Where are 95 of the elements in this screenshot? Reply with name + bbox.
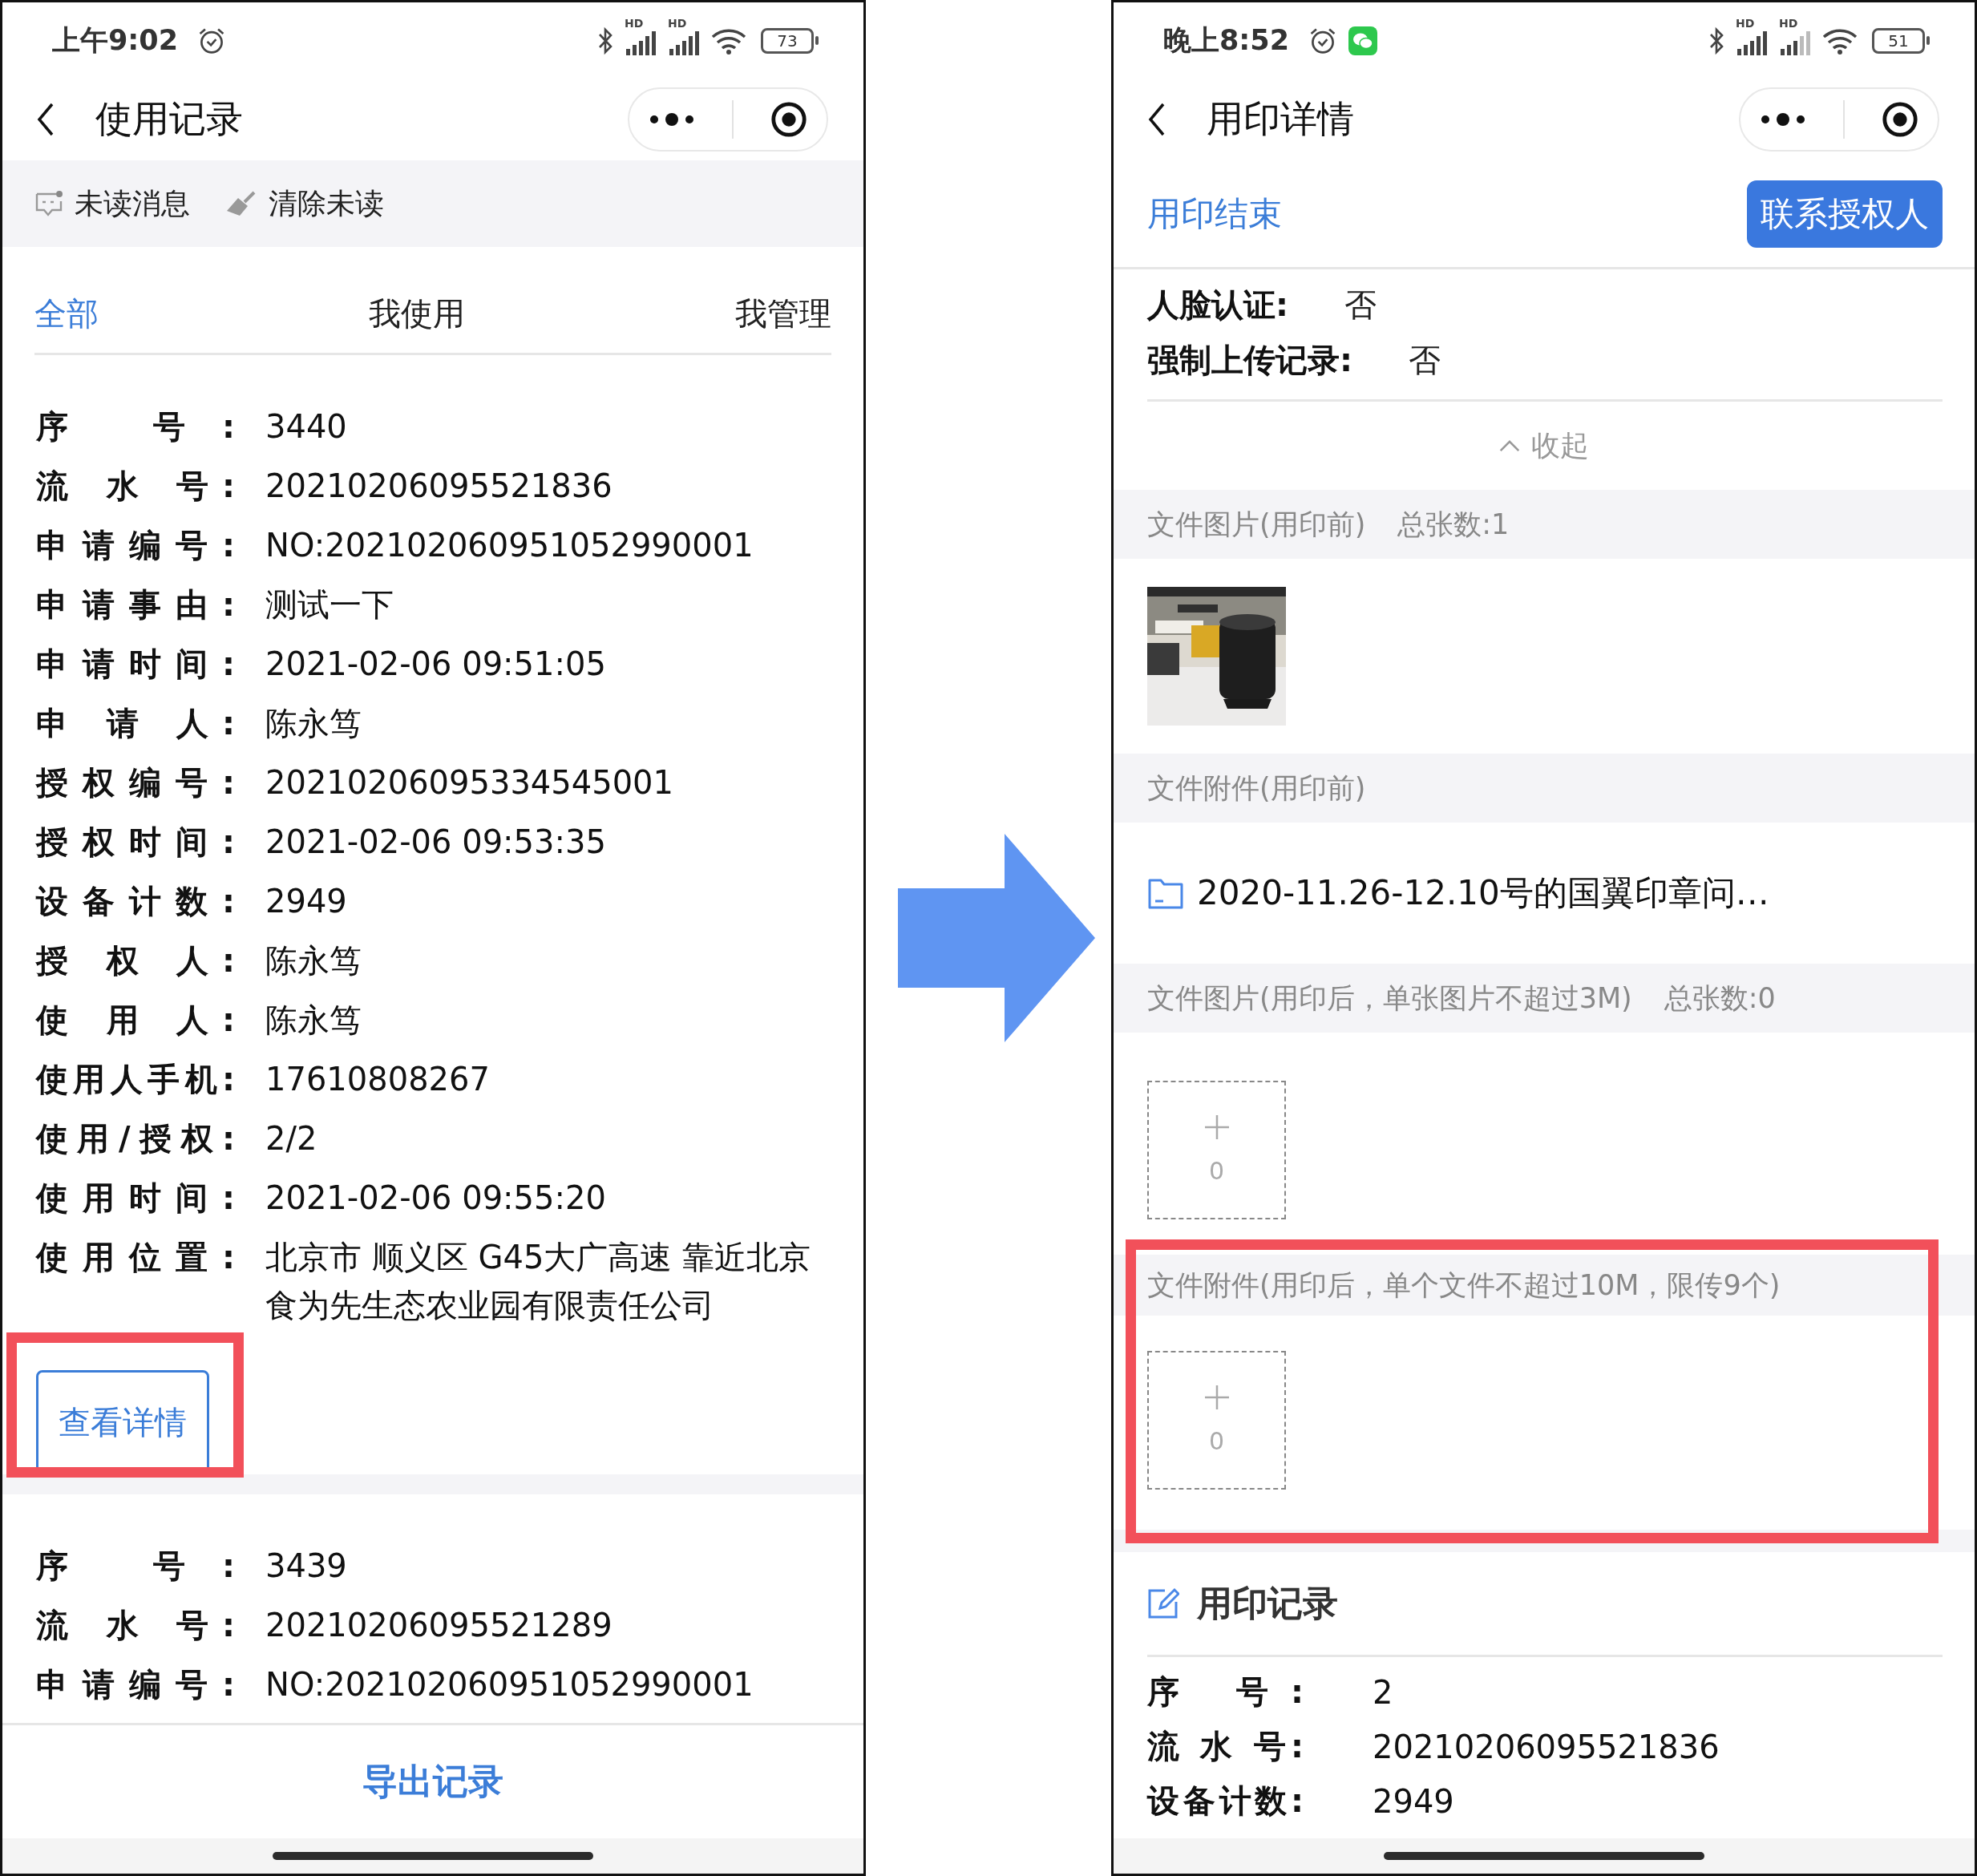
page-title: 用印详情 [1207,96,1354,142]
tab[interactable]: 我管理 [735,291,831,336]
field-value: 17610808267 [265,1060,490,1099]
field-label: 使用/授权: [36,1119,235,1158]
export-button[interactable]: 导出记录 [358,1757,508,1806]
upload-count: 0 [1208,1157,1225,1185]
field-value: NO:202102060951052990001 [265,526,754,565]
bluetooth-icon [1708,26,1724,55]
field-value: 2949 [265,882,347,921]
signal-icon [1779,30,1811,55]
setting-value: 否 [1344,285,1377,325]
chat-app-icon [1348,26,1378,55]
setting-label: 人脸认证: [1147,285,1288,325]
field-value: 测试一下 [265,585,394,625]
field-label: 使用时间: [36,1179,235,1218]
file-name[interactable]: 2020-11.26-12.10号的国翼印章问… [1197,871,1769,916]
plus-icon [1204,1385,1229,1409]
total-count: 总张数:1 [1397,507,1510,542]
field-label: 序 号: [36,407,235,447]
signal-icon [625,30,657,55]
arrow-icon [898,834,1095,1042]
end-stamping-link[interactable]: 用印结束 [1147,191,1282,237]
chevron-up-icon[interactable] [1499,439,1520,452]
field-value: 陈永笃 [265,704,362,743]
total-count: 总张数:0 [1664,980,1776,1016]
upload-box[interactable]: 0 [1147,1081,1286,1219]
back-icon[interactable] [1147,102,1166,137]
field-value: 3439 [265,1546,347,1586]
field-label: 流 水 号: [36,467,235,506]
field-label: 设备计数: [1147,1781,1304,1821]
field-value: 2 [1373,1673,1393,1712]
field-label: 授权编号: [36,763,235,803]
field-value: 3440 [265,407,347,447]
field-value: 北京市 顺义区 G45大广高速 靠近北京食为先生态农业园有限责任公司 [265,1238,812,1325]
status-time: 晚上8:52 [1163,23,1290,58]
plus-icon [1204,1115,1229,1139]
network-label: HD [668,16,687,30]
field-label: 授权时间: [36,823,235,862]
bluetooth-icon [597,26,613,55]
section-title: 文件图片(用印前) [1147,507,1366,542]
status-time: 上午9:02 [52,23,179,58]
field-label: 申请事由: [36,585,235,625]
signal-icon [1736,30,1768,55]
field-label: 申请时间: [36,645,235,684]
page-title: 使用记录 [95,96,243,142]
target-icon[interactable] [1881,100,1920,139]
upload-box[interactable]: 0 [1147,1351,1286,1490]
field-value: 2021-02-06 09:53:35 [265,823,606,862]
field-value: 2021-02-06 09:55:20 [265,1179,606,1218]
section-title: 文件附件(用印前) [1147,770,1366,806]
field-value: 2/2 [265,1119,317,1158]
toolbar-action[interactable]: 未读消息 [75,184,190,224]
field-label: 流 水 号: [1147,1727,1304,1766]
target-icon[interactable] [770,100,809,139]
field-label: 申请编号: [36,1665,235,1704]
setting-label: 强制上传记录: [1147,341,1352,380]
network-label: HD [625,16,644,30]
contact-authorizer-button[interactable]: 联系授权人 [1747,180,1943,248]
field-value: 20210206095521836 [265,467,613,506]
field-label: 使用位置: [36,1238,235,1277]
field-value: 20210206095521289 [265,1606,613,1645]
field-label: 设备计数: [36,882,235,921]
network-label: HD [1779,16,1798,30]
message-icon[interactable] [34,190,63,217]
field-value: 陈永笃 [265,1001,362,1040]
edit-icon [1147,1587,1179,1619]
field-label: 流 水 号: [36,1606,235,1645]
field-value: NO:202102060951052990001 [265,1665,754,1704]
field-value: 20210206095521836 [1373,1728,1720,1767]
back-icon[interactable] [36,102,55,137]
field-value: 2949 [1373,1782,1454,1821]
setting-value: 否 [1409,341,1441,380]
collapse-link[interactable]: 收起 [1531,426,1589,466]
field-value: 2021-02-06 09:51:05 [265,645,606,684]
network-label: HD [1736,16,1755,30]
battery-level: 51 [1888,32,1909,49]
section-title: 用印记录 [1197,1581,1338,1625]
section-title: 文件附件(用印后，单个文件不超过10M，限传9个) [1147,1268,1781,1303]
broom-icon[interactable] [225,190,257,217]
field-label: 使用人手机: [36,1060,235,1099]
field-label: 序 号: [1147,1672,1304,1712]
tab[interactable]: 全部 [34,291,99,336]
field-value: 20210206095334545001 [265,763,673,803]
upload-count: 0 [1208,1427,1225,1455]
field-label: 申 请 人: [36,704,235,743]
field-label: 授 权 人: [36,941,235,980]
tab[interactable]: 我使用 [369,291,465,336]
section-title: 文件图片(用印后，单张图片不超过3M) [1147,980,1632,1016]
signal-icon [668,30,700,55]
field-label: 序 号: [36,1546,235,1586]
toolbar-action[interactable]: 清除未读 [269,184,384,224]
field-value: 陈永笃 [265,941,362,980]
battery-level: 73 [777,32,798,49]
field-label: 使 用 人: [36,1001,235,1040]
field-label: 申请编号: [36,526,235,565]
